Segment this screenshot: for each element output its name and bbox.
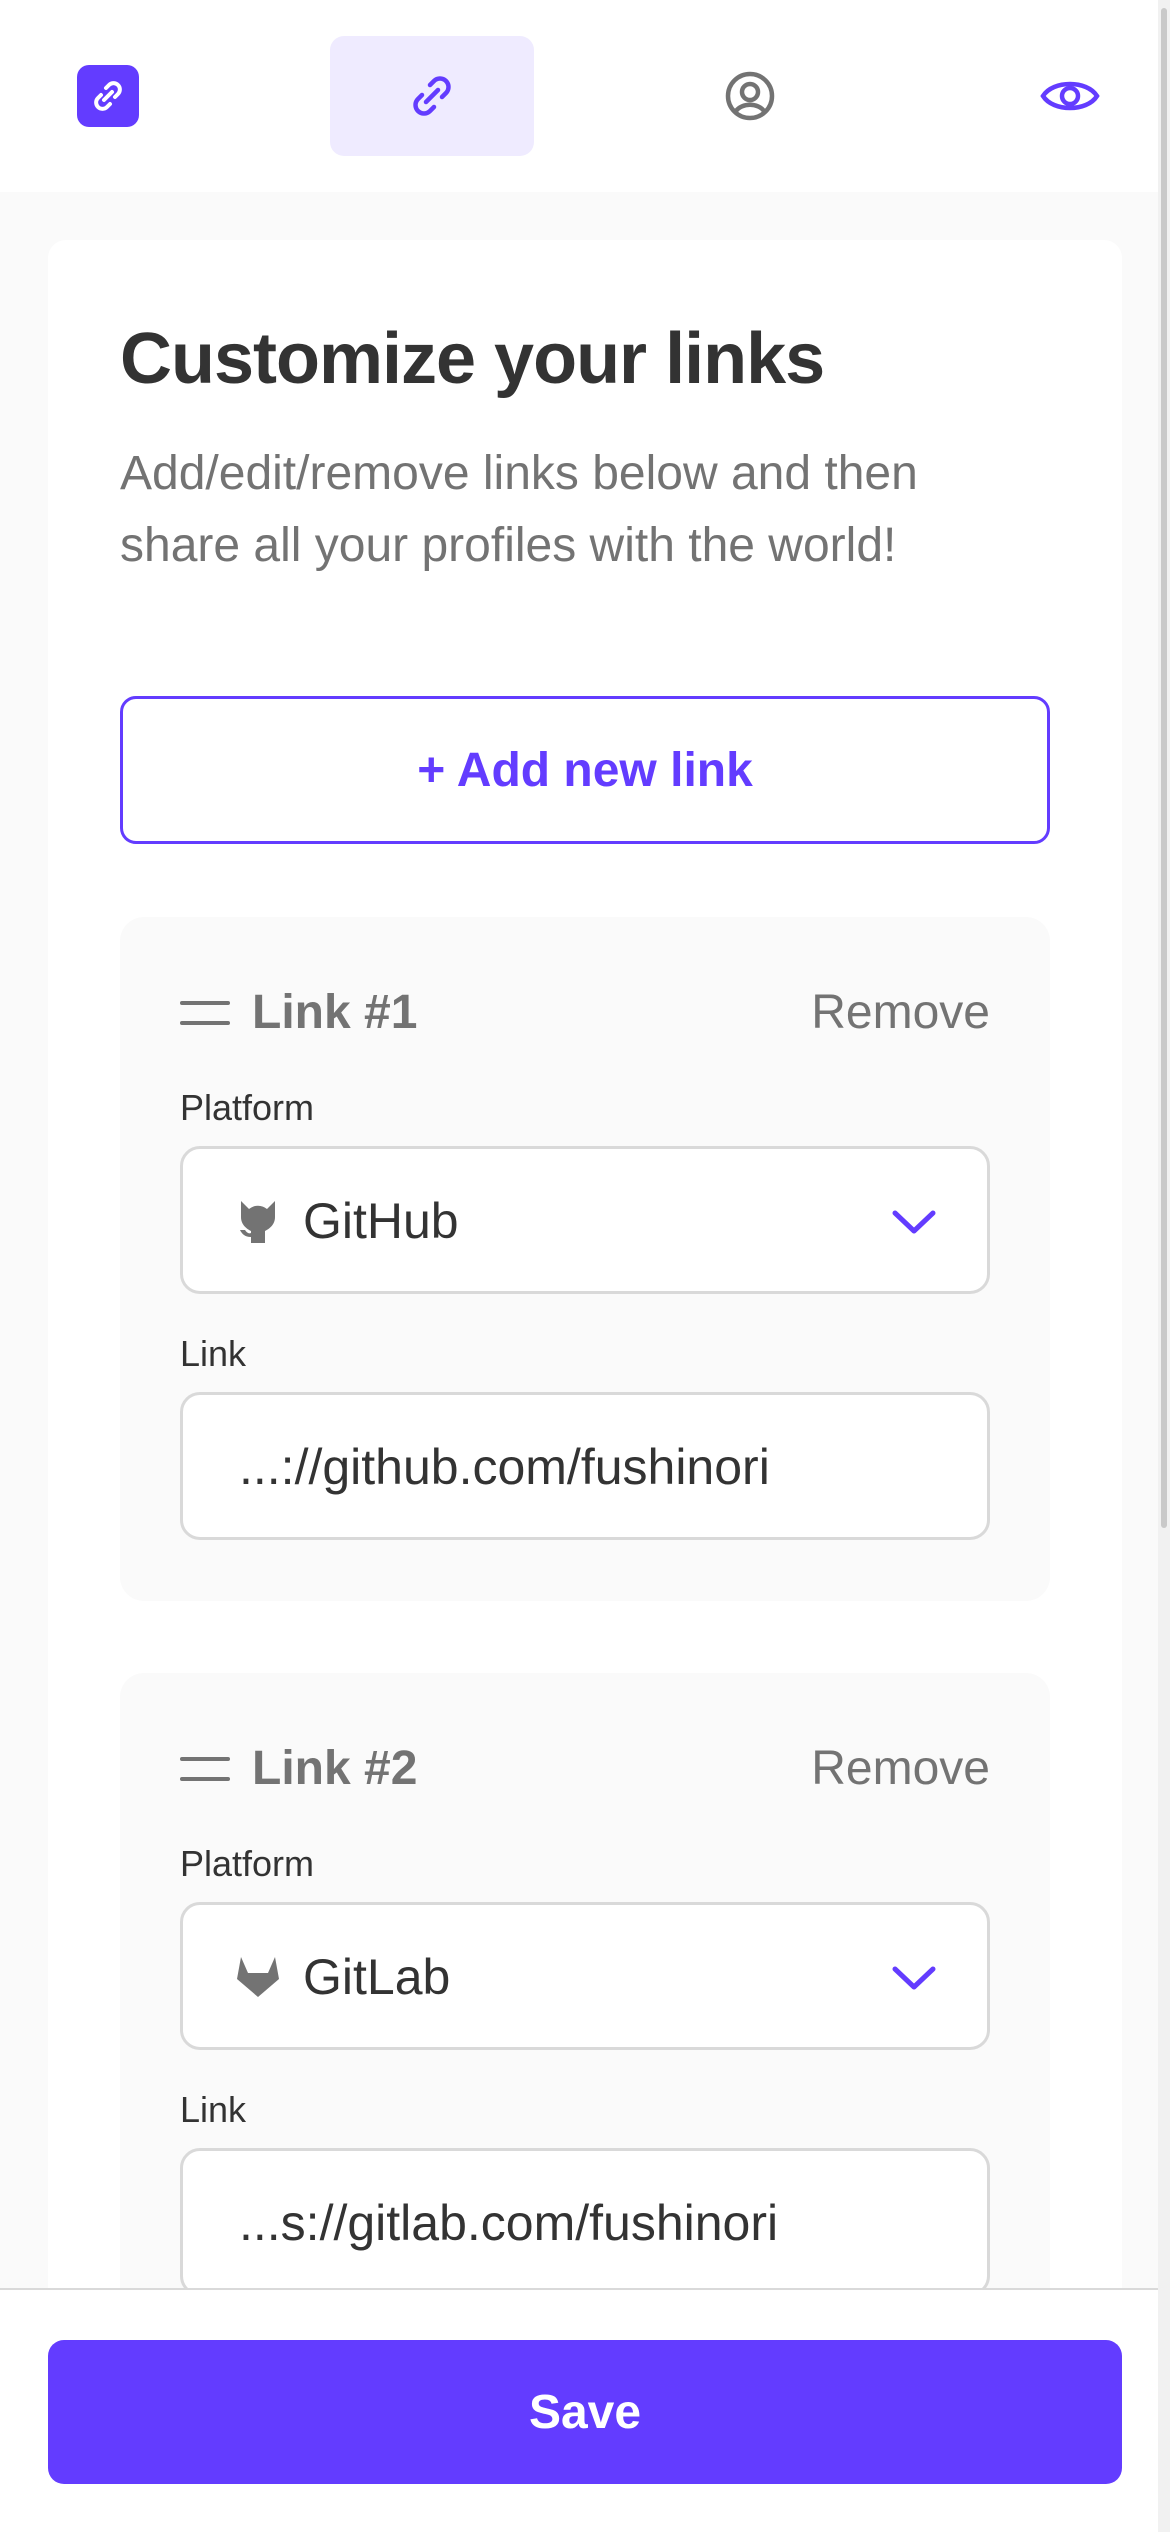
link-url-value: ...s://gitlab.com/fushinori (239, 2195, 779, 2251)
drag-handle-icon[interactable] (180, 1001, 230, 1027)
link-label: Link (180, 1333, 247, 1374)
chevron-down-icon (892, 1210, 936, 1234)
platform-select[interactable]: GitHub (180, 1146, 990, 1294)
link-block: Link #1 Remove Platform GitHub Link ...:… (120, 917, 1050, 1601)
platform-label: Platform (180, 1087, 315, 1128)
link-block-header: Link #1 Remove (180, 983, 990, 1043)
top-nav (0, 0, 1158, 192)
platform-value: GitLab (303, 1949, 451, 2005)
link-block-title: Link #1 (252, 986, 418, 1039)
link-block-title: Link #2 (252, 1742, 418, 1795)
preview-button[interactable] (1010, 50, 1130, 142)
add-new-link-button[interactable]: + Add new link (120, 696, 1050, 844)
link-url-input[interactable]: ...s://gitlab.com/fushinori (180, 2148, 990, 2296)
link-block-header: Link #2 Remove (180, 1739, 990, 1799)
link-url-value: ...://github.com/fushinori (239, 1439, 770, 1495)
link-label: Link (180, 2089, 247, 2130)
eye-icon (1040, 81, 1100, 111)
user-circle-icon (725, 71, 775, 121)
save-button[interactable]: Save (48, 2340, 1122, 2484)
link-icon (413, 76, 451, 116)
drag-handle-icon[interactable] (180, 1757, 230, 1783)
tab-profile[interactable] (690, 50, 810, 142)
page-title: Customize your links (120, 319, 825, 399)
page-subtitle: Add/edit/remove links below and then sha… (120, 447, 918, 572)
tab-links[interactable] (330, 36, 534, 156)
platform-value: GitHub (303, 1193, 459, 1249)
link-block: Link #2 Remove Platform GitLab Link ...s… (120, 1673, 1050, 2357)
remove-link-button[interactable]: Remove (811, 983, 990, 1043)
app-root: Customize your links Add/edit/remove lin… (0, 0, 1170, 2532)
platform-label: Platform (180, 1843, 315, 1884)
platform-select[interactable]: GitLab (180, 1902, 990, 2050)
gitlab-icon (237, 1957, 279, 1997)
chevron-down-icon (892, 1966, 936, 1990)
scrollbar-thumb[interactable] (1161, 8, 1167, 1528)
github-icon (240, 1201, 275, 1243)
remove-link-button[interactable]: Remove (811, 1739, 990, 1799)
link-url-input[interactable]: ...://github.com/fushinori (180, 1392, 990, 1540)
page-scrollbar[interactable] (1158, 0, 1170, 2532)
link-logo-icon[interactable] (77, 65, 139, 127)
bottom-bar: Save (0, 2288, 1158, 2532)
